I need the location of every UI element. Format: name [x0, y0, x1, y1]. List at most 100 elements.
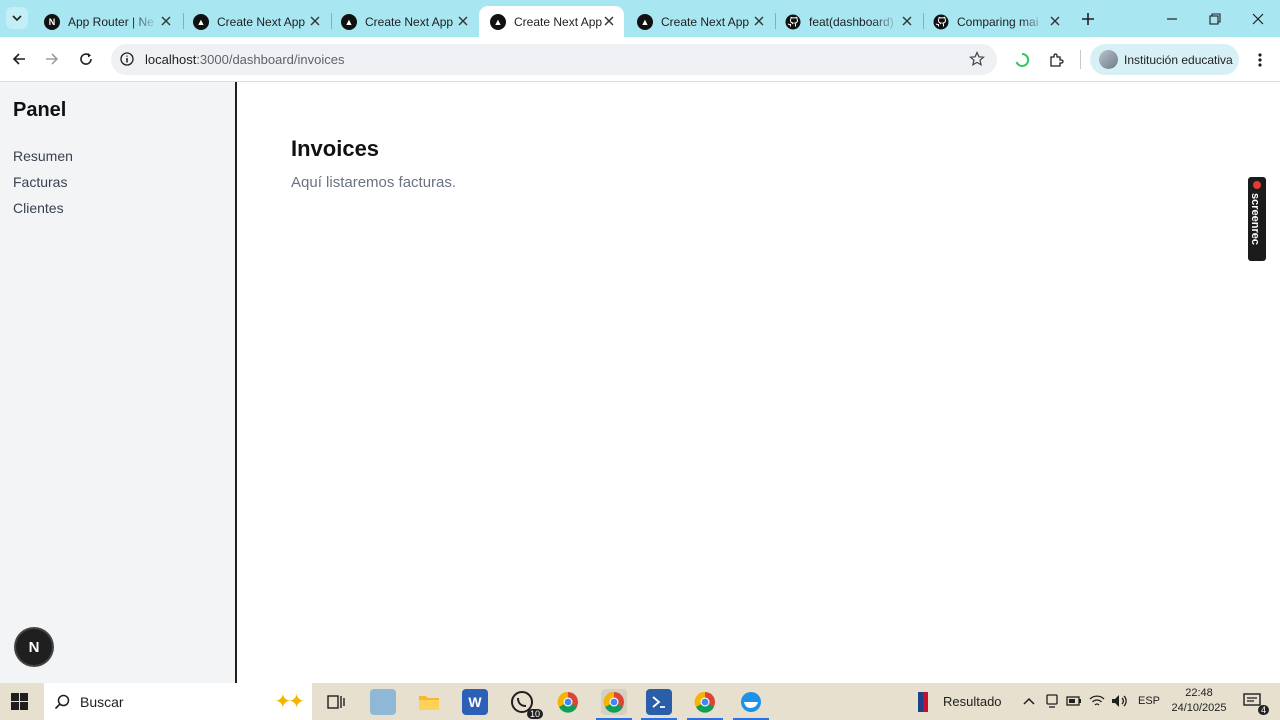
close-tab-icon[interactable] [308, 14, 322, 28]
docker-app-icon[interactable] [733, 689, 769, 720]
browser-tab[interactable]: ▲ Create Next App [626, 6, 774, 37]
extensions-icon[interactable] [1046, 50, 1066, 70]
close-window-button[interactable] [1235, 0, 1280, 37]
sidebar-nav: Resumen Facturas Clientes [13, 147, 73, 217]
nextjs-icon: N [44, 13, 60, 30]
copilot-sparkle-icon: ✦✦ [274, 691, 304, 713]
close-tab-icon[interactable] [456, 14, 470, 28]
tab-title: feat(dashboard) [809, 14, 894, 29]
url-path: :3000/dashboard/invoices [196, 52, 345, 67]
tab-search-button[interactable] [6, 7, 28, 29]
tab-title: Comparing mai [957, 14, 1039, 29]
minimize-button[interactable] [1149, 0, 1195, 37]
record-dot-icon [1253, 181, 1261, 189]
tab-title: Create Next App [365, 14, 454, 29]
taskbar-search[interactable]: Buscar ✦✦ [44, 683, 312, 720]
avatar [1099, 50, 1118, 69]
tab-strip: N App Router | Ne ▲ Create Next App ▲ Cr… [0, 0, 1280, 37]
battery-icon[interactable] [1066, 693, 1082, 709]
loading-spinner-icon [1012, 50, 1032, 70]
tab-title: Create Next App [661, 14, 750, 29]
chrome-profile-app-icon[interactable] [596, 689, 632, 720]
chrome-second-profile-icon[interactable] [687, 689, 723, 720]
browser-tab[interactable]: Comparing mai [922, 6, 1070, 37]
new-tab-button[interactable] [1077, 8, 1099, 30]
forward-button[interactable] [39, 46, 65, 72]
wifi-icon[interactable] [1089, 693, 1105, 709]
notifications-icon[interactable]: 4 [1241, 693, 1269, 715]
tray-result-label[interactable]: Resultado [943, 694, 1002, 709]
sidebar-title: Panel [13, 99, 67, 121]
page-viewport: Panel Resumen Facturas Clientes N Invoic… [0, 82, 1280, 683]
profile-button[interactable]: Institución educativa [1090, 44, 1239, 75]
taskbar-clock[interactable]: 22:48 24/10/2025 [1170, 686, 1228, 716]
screenrec-widget[interactable]: screenrec [1248, 177, 1266, 261]
reload-icon [80, 53, 92, 65]
chevron-up-icon[interactable] [1021, 693, 1037, 709]
vercel-icon: ▲ [341, 13, 357, 30]
minimize-icon [1167, 17, 1177, 20]
nba-icon[interactable] [913, 689, 933, 715]
tab-title: Create Next App [217, 14, 306, 29]
bookmark-star-icon[interactable] [969, 51, 985, 72]
whatsapp-app-icon[interactable]: 10 [509, 689, 543, 719]
page-subtitle: Aquí listaremos facturas. [291, 174, 457, 191]
close-tab-icon[interactable] [900, 14, 914, 28]
restore-button[interactable] [1192, 0, 1238, 37]
url-text[interactable]: localhost:3000/dashboard/invoices [145, 52, 344, 67]
browser-tab-active[interactable]: ▲ Create Next App [479, 6, 624, 37]
file-explorer-icon[interactable] [416, 689, 442, 715]
word-app-icon[interactable]: W [462, 689, 488, 715]
close-tab-icon[interactable] [1048, 14, 1062, 28]
vercel-icon: ▲ [193, 13, 209, 30]
clock-date: 24/10/2025 [1171, 702, 1227, 714]
screenrec-label: screenrec [1249, 193, 1261, 245]
sidebar-link-clientes[interactable]: Clientes [13, 199, 73, 217]
taskbar: Buscar ✦✦ W 10 Resultado ESP 22:48 24/10… [0, 683, 1280, 720]
arrow-right-icon [46, 53, 59, 65]
close-icon [1252, 13, 1264, 24]
clock-time: 22:48 [1185, 687, 1213, 699]
language-indicator[interactable]: ESP [1138, 695, 1160, 707]
chrome-app-icon[interactable] [555, 689, 581, 715]
vercel-icon: ▲ [490, 13, 506, 30]
page-title: Invoices [291, 136, 380, 161]
volume-icon[interactable] [1111, 693, 1127, 709]
sidebar: Panel Resumen Facturas Clientes N [0, 82, 237, 683]
arrow-left-icon [12, 53, 25, 65]
browser-tab[interactable]: ▲ Create Next App [330, 6, 478, 37]
search-icon [54, 694, 70, 709]
nextjs-dev-indicator[interactable]: N [16, 629, 52, 665]
plus-icon [1082, 13, 1094, 25]
toolbar-divider [1080, 50, 1081, 69]
tab-title: Create Next App [514, 14, 603, 29]
vercel-icon: ▲ [637, 13, 653, 30]
whatsapp-badge: 10 [526, 709, 543, 719]
widgets-app-icon[interactable] [370, 689, 396, 715]
close-tab-icon[interactable] [602, 14, 616, 28]
address-bar[interactable]: localhost:3000/dashboard/invoices [111, 44, 997, 75]
powershell-app-icon[interactable] [641, 689, 677, 720]
browser-tab[interactable]: ▲ Create Next App [182, 6, 330, 37]
task-view-icon [327, 695, 345, 709]
tab-title: App Router | Ne [68, 14, 154, 29]
sidebar-link-facturas[interactable]: Facturas [13, 173, 73, 191]
windows-start-button[interactable] [11, 693, 28, 715]
sidebar-link-resumen[interactable]: Resumen [13, 147, 73, 165]
notifications-badge: 4 [1257, 705, 1269, 715]
browser-tab[interactable]: N App Router | Ne [33, 6, 181, 37]
site-info-icon[interactable] [120, 52, 134, 71]
windows-logo-icon [11, 693, 28, 710]
close-tab-icon[interactable] [159, 14, 173, 28]
close-tab-icon[interactable] [752, 14, 766, 28]
browser-tab[interactable]: feat(dashboard) [774, 6, 922, 37]
meet-now-icon[interactable] [1044, 693, 1060, 709]
main-content: Invoices Aquí listaremos facturas. [291, 136, 456, 191]
task-view-button[interactable] [323, 689, 349, 715]
restore-icon [1209, 12, 1221, 25]
reload-button[interactable] [73, 46, 99, 72]
back-button[interactable] [6, 46, 32, 72]
chevron-down-icon [12, 15, 22, 22]
profile-label: Institución educativa [1124, 52, 1233, 67]
browser-menu-icon[interactable] [1250, 50, 1270, 70]
